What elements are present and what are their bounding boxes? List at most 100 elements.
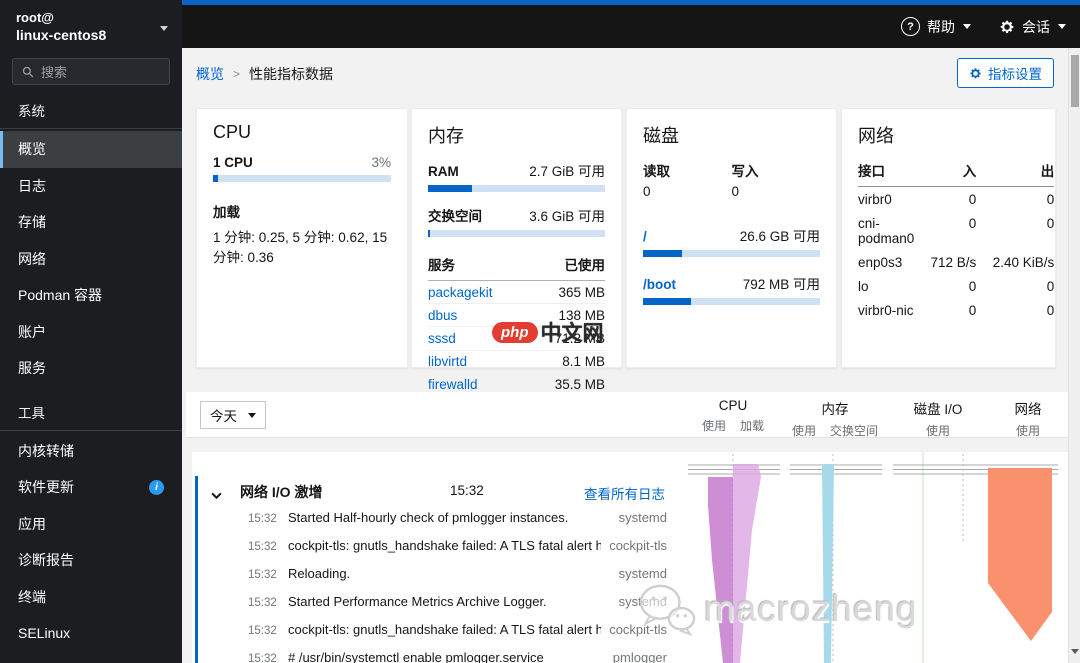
metrics-settings-button[interactable]: 指标设置 (957, 58, 1054, 88)
mount-boot-link[interactable]: /boot (643, 277, 676, 292)
load-values: 1 分钟: 0.25, 5 分钟: 0.62, 15 分钟: 0.36 (213, 230, 388, 265)
log-row[interactable]: 15:32 cockpit-tls: gnutls_handshake fail… (198, 622, 667, 650)
view-all-logs-link[interactable]: 查看所有日志 (584, 483, 665, 503)
cpu-card-title: CPU (213, 122, 252, 142)
disk-read-value: 0 (643, 184, 651, 199)
chart-sublabel: 使用 (925, 424, 950, 438)
sidebar-item-logs[interactable]: 日志 (0, 168, 182, 205)
host-switcher[interactable]: root@ linux-centos8 (0, 0, 182, 48)
network-card: 网络 接口 入 出 virbr0 0 0 cni-podman0 0 0 enp… (841, 108, 1056, 368)
php-badge-suffix: 中文网 (540, 322, 604, 345)
iface-column-header: 接口 (858, 160, 915, 187)
iface-name: lo (858, 279, 869, 295)
sidebar-item-terminal[interactable]: 终端 (0, 579, 182, 616)
chevron-down-icon (248, 412, 256, 418)
help-menu[interactable]: ? 帮助 (901, 17, 971, 37)
log-row[interactable]: 15:32 Started Performance Metrics Archiv… (198, 594, 667, 622)
scrollbar-down-arrow[interactable] (1071, 649, 1079, 654)
log-row[interactable]: 15:32 Started Half-hourly check of pmlog… (198, 510, 667, 538)
collapse-chevron-icon[interactable] (211, 486, 222, 504)
search-icon (22, 66, 34, 77)
iface-name: virbr0 (858, 191, 892, 207)
chart-sublabel: 交换空间 (830, 424, 879, 438)
chart-sublabel: 加载 (740, 419, 765, 433)
watermark-signature: macrozheng (704, 588, 918, 629)
host-name: linux-centos8 (16, 27, 107, 43)
sidebar-item-applications[interactable]: 应用 (0, 506, 182, 543)
iface-name: enp0s3 (858, 254, 903, 270)
sidebar-item-podman[interactable]: Podman 容器 (0, 277, 182, 314)
breadcrumb: 概览 > 性能指标数据 (196, 64, 333, 84)
iface-in: 0 (968, 303, 977, 319)
sidebar-item-kdump[interactable]: 内核转储 (0, 433, 182, 470)
sidebar-item-label: 诊断报告 (18, 552, 74, 569)
cockpit-overview-page: ? 帮助 会话 root@ linux-centos8 搜索 系统 概览 日志 … (0, 0, 1080, 663)
time-range-select[interactable]: 今天 (200, 401, 266, 429)
sidebar-item-software-updates[interactable]: 软件更新 i (0, 469, 182, 506)
chart-title: 磁盘 I/O (913, 402, 963, 417)
service-link[interactable]: libvirtd (428, 354, 467, 369)
sidebar-item-services[interactable]: 服务 (0, 350, 182, 387)
disks-card-title: 磁盘 (643, 126, 679, 146)
mount-available: 26.6 GB 可用 (739, 229, 820, 244)
sidebar-item-storage[interactable]: 存储 (0, 204, 182, 241)
log-row[interactable]: 15:32 cockpit-tls: gnutls_handshake fail… (198, 538, 667, 566)
chart-title: 内存 (821, 402, 849, 417)
service-link[interactable]: packagekit (428, 285, 493, 300)
metrics-toolbar: 今天 CPU 使用 加载 内存 使用 交换空间 磁盘 I/O 使用 网络 使用 (186, 392, 1068, 438)
chevron-down-icon (1058, 24, 1066, 29)
vertical-scrollbar[interactable] (1068, 48, 1080, 663)
info-icon: i (149, 480, 164, 495)
event-group-network-io-spike: 网络 I/O 激增 15:32 查看所有日志 15:32 Started Hal… (195, 476, 667, 663)
network-card-title: 网络 (858, 126, 894, 146)
iface-out: 0 (1046, 191, 1055, 207)
service-link[interactable]: sssd (428, 331, 456, 346)
log-time: 15:32 (248, 653, 277, 663)
sidebar: root@ linux-centos8 搜索 系统 概览 日志 存储 网络 Po… (0, 0, 182, 663)
cpu-count-label: 1 CPU (213, 155, 253, 170)
service-link[interactable]: dbus (428, 308, 457, 323)
php-cn-watermark: php 中文网 (492, 317, 604, 347)
event-title: 网络 I/O 激增 (240, 484, 323, 500)
log-row[interactable]: 15:32 Reloading. systemd (198, 566, 667, 594)
sidebar-item-label: 账户 (18, 323, 46, 340)
wechat-icon (639, 584, 696, 636)
breadcrumb-current: 性能指标数据 (249, 66, 334, 82)
iface-name: cni-podman0 (858, 215, 915, 246)
gear-icon (970, 67, 981, 78)
sidebar-item-accounts[interactable]: 账户 (0, 314, 182, 351)
swap-available: 3.6 GiB 可用 (529, 209, 605, 224)
sidebar-item-label: 内核转储 (18, 442, 74, 459)
iface-in: 0 (968, 279, 977, 295)
sidebar-item-selinux[interactable]: SELinux (0, 615, 182, 652)
out-column-header: 出 (976, 160, 1055, 187)
session-menu[interactable]: 会话 (999, 17, 1066, 37)
sidebar-item-label: 终端 (18, 588, 46, 605)
log-service: systemd (618, 510, 667, 525)
divider (0, 128, 182, 129)
breadcrumb-overview-link[interactable]: 概览 (196, 64, 224, 84)
log-message: cockpit-tls: gnutls_handshake failed: A … (288, 622, 602, 637)
search-input[interactable]: 搜索 (12, 58, 170, 85)
sidebar-item-overview[interactable]: 概览 (0, 131, 182, 168)
sidebar-item-label: 存储 (18, 214, 46, 231)
sidebar-item-label: 网络 (18, 250, 46, 267)
chevron-down-icon (963, 24, 971, 29)
log-row[interactable]: 15:32 # /usr/bin/systemctl enable pmlogg… (198, 650, 667, 663)
sidebar-item-diagnostic-reports[interactable]: 诊断报告 (0, 542, 182, 579)
disk-write-label: 写入 (731, 164, 759, 179)
sidebar-item-network[interactable]: 网络 (0, 241, 182, 278)
ram-available: 2.7 GiB 可用 (529, 164, 605, 179)
event-time: 15:32 (450, 483, 484, 498)
swap-label: 交换空间 (428, 209, 482, 224)
scrollbar-thumb[interactable] (1071, 55, 1079, 107)
iface-in: 0 (968, 215, 977, 231)
sidebar-item-label: 服务 (18, 360, 46, 377)
breadcrumb-separator: > (233, 67, 241, 81)
service-used: 365 MB (558, 284, 605, 300)
mount-root-link[interactable]: / (643, 229, 647, 244)
masthead: ? 帮助 会话 (182, 0, 1080, 48)
iface-in: 712 B/s (930, 254, 977, 270)
chart-sublabel: 使用 (1015, 424, 1040, 438)
service-link[interactable]: firewalld (428, 377, 478, 392)
